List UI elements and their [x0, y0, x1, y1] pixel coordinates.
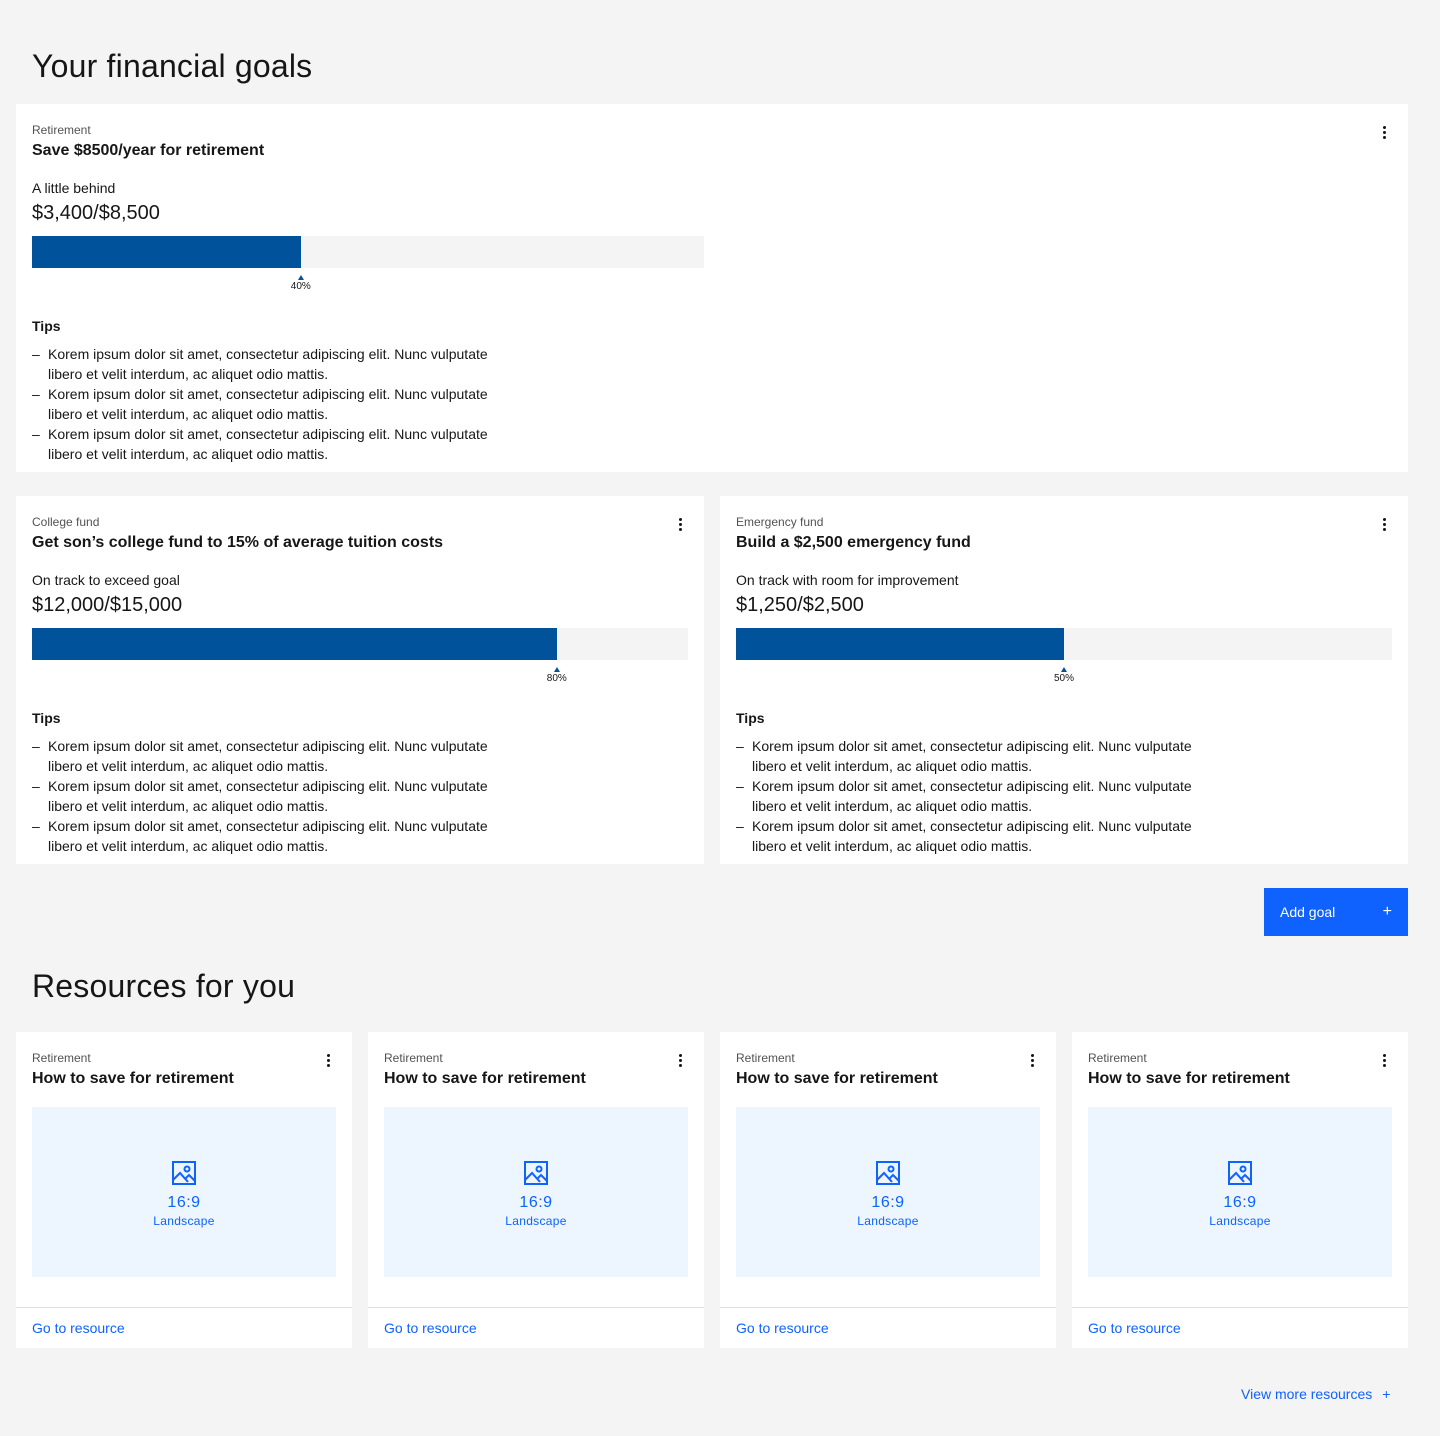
- progress-marker: 50%: [1054, 667, 1074, 686]
- tip-item: Korem ipsum dolor sit amet, consectetur …: [32, 816, 522, 856]
- media-label: Landscape: [1209, 1214, 1271, 1228]
- media-ratio: 16:9: [519, 1194, 553, 1211]
- go-to-resource-link[interactable]: Go to resource: [32, 1320, 125, 1336]
- resource-card: Retirement How to save for retirement 16…: [1072, 1032, 1408, 1348]
- tip-item: Korem ipsum dolor sit amet, consectetur …: [32, 776, 522, 816]
- overflow-menu-icon[interactable]: [1024, 1048, 1040, 1072]
- media-placeholder: 16:9 Landscape: [736, 1107, 1040, 1277]
- add-goal-label: Add goal: [1280, 904, 1336, 920]
- resource-category: Retirement: [384, 1051, 443, 1065]
- media-label: Landscape: [505, 1214, 567, 1228]
- goal-status: On track to exceed goal: [32, 572, 180, 588]
- progress-bar: 80%: [32, 628, 688, 684]
- overflow-menu-icon[interactable]: [1376, 512, 1392, 536]
- media-placeholder: 16:9 Landscape: [32, 1107, 336, 1277]
- goal-category: College fund: [32, 515, 100, 529]
- resource-card: Retirement How to save for retirement 16…: [720, 1032, 1056, 1348]
- progress-fill: [32, 236, 301, 268]
- progress-fill: [736, 628, 1064, 660]
- resource-card: Retirement How to save for retirement 16…: [368, 1032, 704, 1348]
- media-label: Landscape: [153, 1214, 215, 1228]
- image-icon: [172, 1161, 196, 1185]
- resource-category: Retirement: [32, 1051, 91, 1065]
- tips-title: Tips: [32, 318, 61, 334]
- goal-category: Retirement: [32, 123, 91, 137]
- progress-label: 40%: [290, 281, 311, 292]
- media-ratio: 16:9: [1223, 1194, 1257, 1211]
- progress-fill: [32, 628, 557, 660]
- progress-bar: 40%: [32, 236, 704, 292]
- tips-title: Tips: [736, 710, 765, 726]
- goal-title: Build a $2,500 emergency fund: [736, 534, 971, 551]
- overflow-menu-icon[interactable]: [1376, 1048, 1392, 1072]
- resource-footer: Go to resource: [720, 1307, 1056, 1348]
- tips-title: Tips: [32, 710, 61, 726]
- resource-category: Retirement: [1088, 1051, 1147, 1065]
- resource-card: Retirement How to save for retirement 16…: [16, 1032, 352, 1348]
- media-label: Landscape: [857, 1214, 919, 1228]
- progress-label: 50%: [1053, 673, 1075, 684]
- media-ratio: 16:9: [871, 1194, 905, 1211]
- image-icon: [876, 1161, 900, 1185]
- view-more-resources-link[interactable]: View more resources +: [1241, 1386, 1390, 1402]
- goal-amount: $1,250/$2,500: [736, 594, 864, 616]
- tip-item: Korem ipsum dolor sit amet, consectetur …: [32, 344, 522, 384]
- overflow-menu-icon[interactable]: [1376, 120, 1392, 144]
- tip-item: Korem ipsum dolor sit amet, consectetur …: [32, 736, 522, 776]
- tips-list: Korem ipsum dolor sit amet, consectetur …: [32, 344, 522, 464]
- goal-title: Save $8500/year for retirement: [32, 142, 265, 159]
- progress-marker: 80%: [547, 667, 567, 686]
- add-goal-button[interactable]: Add goal +: [1264, 888, 1408, 936]
- overflow-menu-icon[interactable]: [672, 512, 688, 536]
- image-icon: [1228, 1161, 1252, 1185]
- tip-item: Korem ipsum dolor sit amet, consectetur …: [32, 384, 522, 424]
- overflow-menu-icon[interactable]: [320, 1048, 336, 1072]
- resource-footer: Go to resource: [16, 1307, 352, 1348]
- tip-item: Korem ipsum dolor sit amet, consectetur …: [736, 816, 1226, 856]
- resource-title: How to save for retirement: [384, 1070, 586, 1087]
- tip-item: Korem ipsum dolor sit amet, consectetur …: [736, 736, 1226, 776]
- tips-list: Korem ipsum dolor sit amet, consectetur …: [32, 736, 522, 856]
- tip-item: Korem ipsum dolor sit amet, consectetur …: [32, 424, 522, 464]
- goal-title: Get son’s college fund to 15% of average…: [32, 534, 444, 551]
- resource-title: How to save for retirement: [32, 1070, 234, 1087]
- overflow-menu-icon[interactable]: [672, 1048, 688, 1072]
- media-placeholder: 16:9 Landscape: [384, 1107, 688, 1277]
- progress-marker: 40%: [291, 275, 311, 294]
- goal-card-emergency-fund: Emergency fund Build a $2,500 emergency …: [720, 496, 1408, 864]
- progress-bar: 50%: [736, 628, 1392, 684]
- resource-category: Retirement: [736, 1051, 795, 1065]
- media-placeholder: 16:9 Landscape: [1088, 1107, 1392, 1277]
- go-to-resource-link[interactable]: Go to resource: [1088, 1320, 1181, 1336]
- goal-card-college-fund: College fund Get son’s college fund to 1…: [16, 496, 704, 864]
- goal-status: A little behind: [32, 180, 116, 196]
- go-to-resource-link[interactable]: Go to resource: [736, 1320, 829, 1336]
- resource-footer: Go to resource: [1072, 1307, 1408, 1348]
- resource-title: How to save for retirement: [736, 1070, 938, 1087]
- resources-section-title: Resources for you: [32, 968, 296, 1004]
- progress-label: 80%: [546, 673, 567, 684]
- plus-icon: +: [1382, 1386, 1391, 1402]
- media-ratio: 16:9: [167, 1194, 201, 1211]
- view-more-label: View more resources: [1241, 1386, 1373, 1402]
- go-to-resource-link[interactable]: Go to resource: [384, 1320, 477, 1336]
- resource-title: How to save for retirement: [1088, 1070, 1290, 1087]
- goal-amount: $12,000/$15,000: [32, 594, 183, 616]
- goal-category: Emergency fund: [736, 515, 824, 529]
- tip-item: Korem ipsum dolor sit amet, consectetur …: [736, 776, 1226, 816]
- plus-icon: +: [1382, 903, 1392, 920]
- goal-card-retirement: Retirement Save $8500/year for retiremen…: [16, 104, 1408, 472]
- tips-list: Korem ipsum dolor sit amet, consectetur …: [736, 736, 1226, 856]
- resource-footer: Go to resource: [368, 1307, 704, 1348]
- goal-status: On track with room for improvement: [736, 572, 959, 588]
- goal-amount: $3,400/$8,500: [32, 202, 160, 224]
- image-icon: [524, 1161, 548, 1185]
- goals-section-title: Your financial goals: [32, 48, 313, 84]
